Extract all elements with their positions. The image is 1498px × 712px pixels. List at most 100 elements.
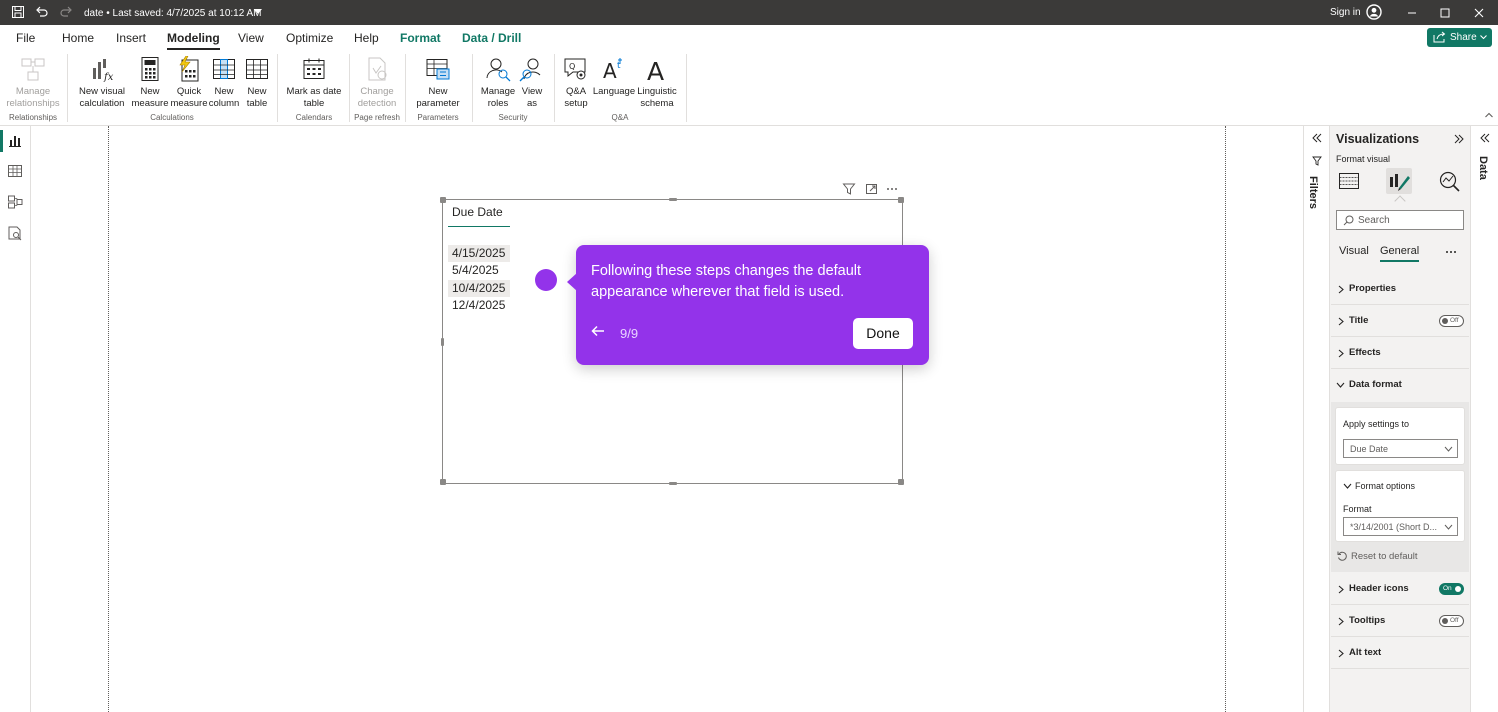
new-table-button[interactable]: New table	[241, 54, 273, 110]
save-icon[interactable]	[11, 5, 25, 19]
tab-modeling[interactable]: Modeling	[167, 31, 220, 50]
manage-relationships-label: Manage relationships	[6, 86, 60, 109]
tab-help[interactable]: Help	[354, 31, 379, 45]
view-as-button[interactable]: View as	[517, 54, 547, 110]
focus-mode-icon[interactable]	[866, 184, 877, 194]
tab-format[interactable]: Format	[400, 31, 441, 45]
tab-view[interactable]: View	[238, 31, 264, 45]
change-detection-button[interactable]: Change detection	[352, 54, 402, 110]
toggle-knob	[1442, 318, 1448, 324]
mark-as-date-table-label: Mark as date table	[286, 86, 342, 109]
expand-filters-icon[interactable]	[1312, 133, 1322, 143]
tab-home[interactable]: Home	[62, 31, 94, 45]
document-title[interactable]: date • Last saved: 4/7/2025 at 10:12 AM	[84, 8, 262, 19]
new-visual-calculation-button[interactable]: fx New visual calculation	[72, 54, 132, 110]
linguistic-schema-label: Linguistic schema	[637, 86, 677, 109]
toggle-state: Off	[1450, 317, 1459, 324]
section-header-icons[interactable]: Header icons On	[1331, 574, 1469, 605]
manage-relationships-button[interactable]: Manage relationships	[4, 54, 62, 110]
build-visual-icon[interactable]	[1338, 171, 1360, 191]
new-column-button[interactable]: New column	[207, 54, 241, 110]
data-pane-collapsed[interactable]: Data	[1470, 126, 1498, 712]
linguistic-schema-button[interactable]: A Linguistic schema	[634, 54, 680, 110]
slicer-header-underline	[448, 226, 510, 227]
undo-icon[interactable]	[35, 5, 49, 19]
resize-handle[interactable]	[440, 479, 446, 485]
tab-visual[interactable]: Visual	[1339, 245, 1369, 257]
list-item[interactable]: 4/15/2025	[448, 245, 510, 262]
sign-in-link[interactable]: Sign in	[1330, 7, 1361, 18]
tooltips-toggle[interactable]: Off	[1439, 615, 1464, 627]
account-icon[interactable]	[1366, 4, 1382, 20]
change-detection-label: Change detection	[357, 86, 397, 109]
format-visual-icon[interactable]	[1386, 168, 1412, 194]
svg-text:fx: fx	[103, 72, 114, 82]
tab-insert[interactable]: Insert	[116, 31, 146, 45]
table-view-icon[interactable]	[7, 163, 23, 179]
chevron-right-icon	[1338, 585, 1344, 594]
maximize-icon[interactable]	[1438, 6, 1452, 20]
report-view-icon[interactable]	[7, 133, 23, 149]
dax-query-view-icon[interactable]	[7, 225, 23, 241]
resize-handle[interactable]	[441, 338, 444, 346]
filters-pane-collapsed[interactable]: Filters	[1303, 126, 1329, 712]
quick-measure-button[interactable]: Quick measure	[169, 54, 209, 110]
visual-header-icons	[842, 182, 902, 196]
resize-handle[interactable]	[440, 197, 446, 203]
filter-icon[interactable]	[842, 183, 856, 195]
new-parameter-button[interactable]: New parameter	[408, 54, 468, 110]
section-alt-text[interactable]: Alt text	[1331, 638, 1469, 669]
model-view-icon[interactable]	[7, 194, 23, 210]
list-item[interactable]: 12/4/2025	[448, 297, 510, 314]
parameter-icon	[425, 54, 451, 84]
tab-data-drill[interactable]: Data / Drill	[462, 31, 521, 45]
resize-handle[interactable]	[669, 482, 677, 485]
resize-handle[interactable]	[898, 479, 904, 485]
back-arrow-icon[interactable]	[591, 325, 605, 337]
resize-handle[interactable]	[669, 198, 677, 201]
collapse-ribbon-icon[interactable]	[1485, 112, 1493, 118]
more-options-icon[interactable]	[887, 188, 897, 190]
list-item[interactable]: 5/4/2025	[448, 262, 510, 279]
qa-setup-button[interactable]: Q Q&A setup	[558, 54, 594, 110]
ribbon-divider	[405, 54, 406, 122]
list-item[interactable]: 10/4/2025	[448, 280, 510, 297]
language-button[interactable]: At Language	[592, 54, 636, 98]
rail-selection-indicator	[0, 130, 3, 152]
analytics-icon[interactable]	[1438, 170, 1460, 192]
more-options-icon[interactable]	[1445, 250, 1457, 254]
share-button[interactable]: Share	[1427, 28, 1492, 47]
caret-down-icon[interactable]	[254, 9, 262, 15]
section-title[interactable]: Title Off	[1331, 306, 1469, 337]
manage-roles-button[interactable]: Manage roles	[477, 54, 519, 110]
tab-file[interactable]: File	[16, 31, 35, 45]
format-dropdown[interactable]: *3/14/2001 (Short D...	[1343, 517, 1458, 536]
section-properties[interactable]: Properties	[1331, 274, 1469, 305]
tab-optimize[interactable]: Optimize	[286, 31, 333, 45]
close-icon[interactable]	[1472, 6, 1486, 20]
title-toggle[interactable]: Off	[1439, 315, 1464, 327]
view-as-label: View as	[521, 86, 543, 109]
mark-as-date-table-button[interactable]: Mark as date table	[282, 54, 346, 110]
expand-data-icon[interactable]	[1480, 133, 1490, 143]
section-tooltips[interactable]: Tooltips Off	[1331, 606, 1469, 637]
apply-settings-dropdown[interactable]: Due Date	[1343, 439, 1458, 458]
search-input[interactable]: Search	[1336, 210, 1464, 230]
reset-to-default-button[interactable]: Reset to default	[1337, 551, 1418, 562]
new-measure-button[interactable]: New measure	[131, 54, 169, 110]
done-button[interactable]: Done	[853, 318, 913, 349]
data-label: Data	[1477, 156, 1489, 180]
chevron-down-icon[interactable]	[1343, 483, 1352, 489]
section-data-format[interactable]: Data format	[1331, 370, 1469, 401]
apply-settings-label: Apply settings to	[1343, 419, 1410, 429]
redo-icon[interactable]	[59, 5, 73, 19]
minimize-icon[interactable]	[1405, 6, 1419, 20]
filter-icon	[1312, 156, 1322, 166]
toggle-state: Off	[1450, 617, 1459, 624]
resize-handle[interactable]	[898, 197, 904, 203]
section-effects[interactable]: Effects	[1331, 338, 1469, 369]
tab-general[interactable]: General	[1380, 245, 1420, 262]
header-icons-toggle[interactable]: On	[1439, 583, 1464, 595]
collapse-pane-icon[interactable]	[1454, 134, 1464, 144]
calendar-icon	[301, 54, 327, 84]
